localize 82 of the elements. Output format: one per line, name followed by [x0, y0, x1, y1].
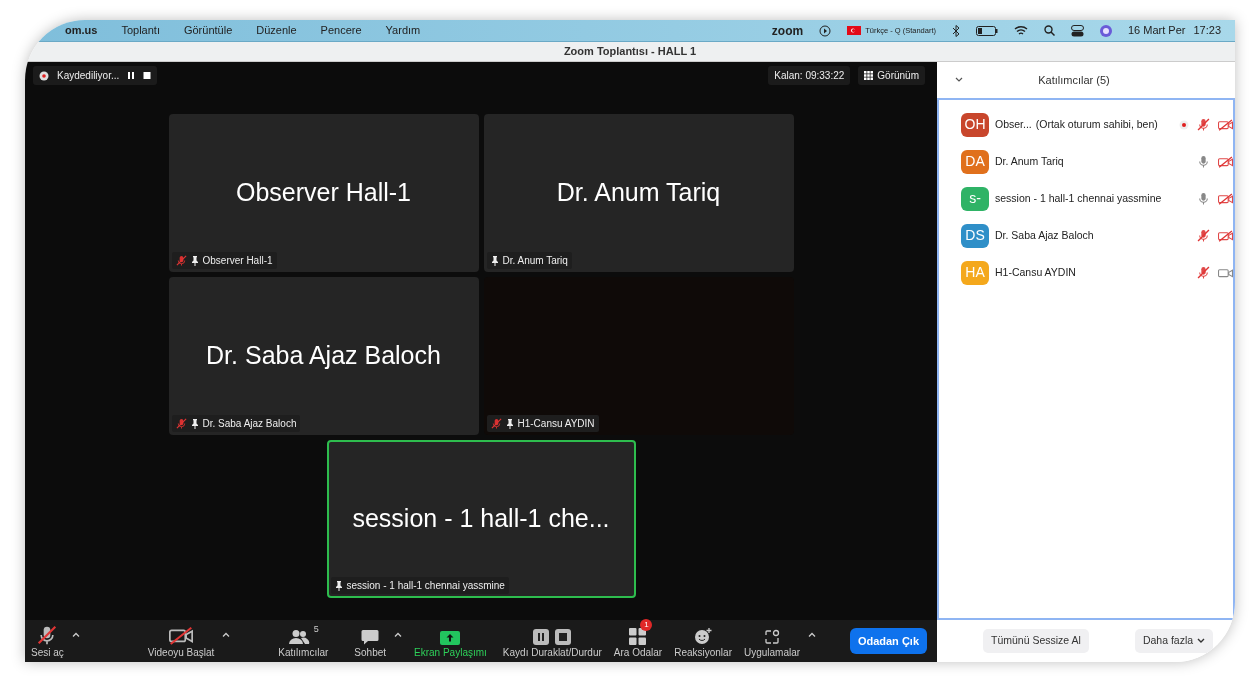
caret-up-icon[interactable]	[808, 631, 817, 637]
participant-row[interactable]: HA H1-Cansu AYDIN	[961, 254, 1233, 291]
participant-name: session - 1 hall-1 che...	[352, 503, 610, 535]
participant-name: session - 1 hall-1 chennai yassmine	[995, 190, 1162, 206]
menu-item[interactable]: Toplantı	[121, 22, 160, 39]
share-screen-icon	[440, 630, 461, 645]
panel-title: Katılımcılar (5)	[1038, 72, 1111, 88]
participant-name: Observer Hall-1	[235, 177, 412, 209]
stop-icon[interactable]	[143, 71, 152, 80]
view-button[interactable]: Görünüm	[858, 66, 925, 85]
menu-item[interactable]: Düzenle	[256, 22, 297, 39]
caret-up-icon[interactable]	[222, 631, 231, 637]
name-label-text: Dr. Anum Tariq	[502, 254, 568, 268]
avatar: s-	[961, 186, 989, 211]
rooms-grid-icon	[629, 627, 647, 645]
pin-icon	[505, 418, 514, 429]
toolbar-button[interactable]: Sesi aç	[25, 622, 70, 660]
participant-name: Obser...	[995, 116, 1032, 132]
pin-icon	[190, 418, 199, 429]
toolbar-button[interactable]: Sohbet	[348, 622, 393, 660]
orb-icon[interactable]	[1100, 24, 1112, 37]
menu-item[interactable]: Görüntüle	[183, 22, 233, 39]
participant-name: Dr. Saba Ajaz Baloch	[206, 340, 441, 372]
recording-dot-icon	[39, 70, 49, 81]
window-title: Zoom Toplantısı - HALL 1	[563, 44, 697, 60]
menu-date: 16 Mart Per	[1128, 23, 1186, 39]
recording-label: Kaydediliyor...	[57, 69, 120, 83]
participant-name: Dr. Anum Tariq	[995, 153, 1064, 169]
wifi-icon[interactable]	[1014, 25, 1028, 36]
toolbar-button[interactable]: Kaydı Duraklat/Durdur	[496, 622, 608, 660]
pause-icon[interactable]	[127, 71, 136, 80]
participant-name: Dr. Saba Ajaz Baloch	[995, 227, 1094, 243]
chevron-down-icon[interactable]	[955, 77, 963, 83]
mute-all-button[interactable]: Tümünü Sessize Al	[983, 629, 1089, 653]
avatar: HA	[961, 260, 989, 285]
more-button[interactable]: Daha fazla	[1134, 629, 1214, 653]
zoom-logo: zoom	[771, 22, 804, 40]
name-label-text: H1-Cansu AYDIN	[517, 417, 595, 431]
participant-role: (Ortak oturum sahibi, ben)	[1035, 116, 1158, 132]
battery-icon[interactable]	[976, 25, 998, 36]
avatar: DA	[961, 149, 989, 174]
pin-icon	[334, 580, 343, 591]
toolbar-button[interactable]: Videoyu Başlat	[141, 622, 221, 660]
apps-icon	[764, 628, 781, 645]
smiley-plus-icon	[694, 627, 713, 645]
participant-count: 5	[313, 622, 319, 636]
pin-icon	[190, 255, 199, 266]
app-menu[interactable]: om.us	[65, 22, 98, 39]
chevron-down-icon	[1197, 638, 1206, 644]
chat-bubble-icon	[361, 628, 380, 645]
people-icon	[287, 628, 310, 645]
name-label-text: Dr. Saba Ajaz Baloch	[202, 417, 297, 431]
search-icon[interactable]	[1044, 25, 1055, 36]
toolbar-button[interactable]: Uygulamalar	[737, 622, 807, 660]
toggle-icon[interactable]	[1071, 24, 1084, 37]
participant-row[interactable]: DA Dr. Anum Tariq	[961, 143, 1233, 180]
participant-name: H1-Cansu AYDIN	[995, 264, 1076, 280]
caret-up-icon[interactable]	[71, 631, 80, 637]
caret-up-icon[interactable]	[394, 631, 403, 637]
toolbar-button[interactable]: 5 Katılımcılar	[272, 622, 335, 660]
menu-time: 17:23	[1193, 23, 1221, 39]
participant-row[interactable]: OH Obser... (Ortak oturum sahibi, ben)	[961, 106, 1233, 143]
toolbar-button[interactable]: Reaksiyonlar	[668, 622, 738, 660]
participant-name: Dr. Anum Tariq	[556, 177, 721, 209]
remaining-time: Kalan: 09:33:22	[768, 66, 851, 85]
leave-button[interactable]: Odadan Çık	[849, 627, 927, 655]
pause-stop-icon	[533, 628, 572, 645]
menu-item[interactable]: Yardım	[385, 22, 421, 39]
avatar: OH	[961, 112, 989, 137]
participant-row[interactable]: s- session - 1 hall-1 chennai yassmine	[961, 180, 1233, 217]
pin-icon	[490, 255, 499, 266]
toolbar-button[interactable]: Ekran Paylaşımı	[408, 622, 493, 660]
name-label-text: session - 1 hall-1 chennai yassmine	[346, 579, 505, 593]
menu-item[interactable]: Pencere	[320, 22, 362, 39]
name-label-text: Observer Hall-1	[202, 254, 273, 268]
participant-row[interactable]: DS Dr. Saba Ajaz Baloch	[961, 217, 1233, 254]
bluetooth-icon[interactable]	[952, 24, 960, 37]
flag-icon	[847, 26, 862, 35]
notification-badge: 1	[640, 618, 653, 631]
avatar: DS	[961, 223, 989, 248]
grid-icon	[864, 71, 874, 80]
play-icon[interactable]	[819, 24, 832, 37]
